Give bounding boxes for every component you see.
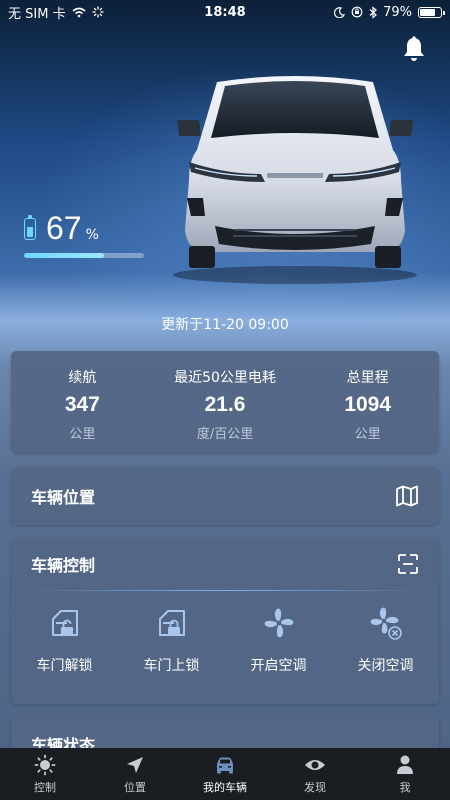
battery-level-fill — [420, 8, 436, 16]
stat-unit: 公里 — [354, 427, 381, 442]
tab-label: 我 — [399, 780, 411, 794]
car-icon — [217, 757, 233, 773]
soc-row: 67 % — [24, 210, 154, 247]
clock-text: 18:48 — [204, 4, 246, 20]
soc-unit: % — [85, 227, 99, 243]
tab-bar: 控制 位置 我的车辆 发现 我 — [0, 748, 450, 800]
sun-icon — [34, 754, 56, 775]
status-right: 79% — [334, 4, 445, 20]
ac-off-button[interactable]: 关闭空调 — [336, 605, 436, 675]
stats-card: 续航 347 公里 最近50公里电耗 21.6 度/百公里 总里程 1094 公… — [11, 351, 439, 453]
soc-battery-icon — [24, 214, 36, 240]
stat-value: 347 — [64, 393, 100, 416]
tab-label: 发现 — [304, 780, 326, 794]
control-label: 车门解锁 — [36, 658, 93, 674]
person-icon — [397, 755, 413, 774]
control-title: 车辆控制 — [31, 556, 96, 575]
bluetooth-icon — [369, 5, 378, 19]
carrier-text: 无 SIM 卡 — [8, 6, 66, 22]
door-unlock-icon — [51, 610, 78, 636]
orientation-lock-icon — [351, 6, 363, 18]
stat-label: 最近50公里电耗 — [174, 370, 276, 386]
control-label: 车门上锁 — [143, 658, 200, 674]
status-bar: 无 SIM 卡 18:48 79% — [0, 0, 450, 24]
stat-label: 续航 — [68, 370, 97, 386]
stat-unit: 度/百公里 — [196, 427, 254, 442]
stat-value: 21.6 — [204, 393, 246, 416]
tab-control[interactable]: 控制 — [5, 754, 85, 795]
control-label: 开启空调 — [250, 658, 307, 674]
stat-value: 1094 — [344, 393, 392, 416]
tab-label: 位置 — [124, 780, 146, 794]
eye-icon — [305, 759, 325, 770]
control-label: 关闭空调 — [357, 658, 414, 674]
battery-icon — [418, 6, 445, 18]
stat-label: 总里程 — [346, 370, 389, 386]
battery-soc-panel: 67 % — [24, 210, 154, 258]
navigation-arrow-icon — [127, 756, 143, 773]
tab-my-vehicle[interactable]: 我的车辆 — [185, 754, 265, 795]
battery-percent-text: 79% — [383, 4, 412, 20]
vehicle-location-card[interactable]: 车辆位置 — [11, 467, 439, 525]
scan-icon[interactable] — [397, 553, 419, 575]
tab-label: 我的车辆 — [203, 780, 247, 794]
vehicle-control-card: 车辆控制 车门解锁 车门上锁 开启空调 关闭空调 — [11, 538, 439, 704]
update-time: 更新于11-20 09:00 — [161, 317, 289, 333]
door-unlock-button[interactable]: 车门解锁 — [15, 605, 115, 675]
ac-on-button[interactable]: 开启空调 — [229, 605, 329, 675]
tab-me[interactable]: 我 — [365, 754, 445, 795]
car-image — [173, 76, 417, 284]
stat-consumption: 最近50公里电耗 21.6 度/百公里 — [154, 351, 297, 453]
map-icon[interactable] — [395, 485, 419, 507]
tab-discover[interactable]: 发现 — [275, 754, 355, 795]
loading-spinner-icon — [91, 6, 104, 18]
control-header: 车辆控制 — [11, 538, 439, 590]
door-lock-icon — [158, 610, 185, 636]
tab-location[interactable]: 位置 — [95, 754, 175, 795]
fan-off-icon — [370, 607, 402, 640]
control-actions: 车门解锁 车门上锁 开启空调 关闭空调 — [11, 591, 439, 675]
tab-label: 控制 — [34, 780, 56, 794]
soc-battery-level-fill — [27, 227, 33, 237]
soc-progress-bar — [24, 253, 144, 258]
location-title: 车辆位置 — [31, 488, 96, 507]
stat-unit: 公里 — [69, 427, 96, 442]
status-left: 无 SIM 卡 — [8, 3, 104, 22]
moon-icon — [334, 6, 346, 18]
door-lock-button[interactable]: 车门上锁 — [122, 605, 222, 675]
stat-range: 续航 347 公里 — [11, 351, 154, 453]
fan-on-icon — [264, 608, 293, 638]
soc-value: 67 — [46, 210, 82, 246]
wifi-icon — [72, 7, 86, 17]
stat-odometer: 总里程 1094 公里 — [296, 351, 439, 453]
soc-progress-fill — [24, 253, 105, 258]
